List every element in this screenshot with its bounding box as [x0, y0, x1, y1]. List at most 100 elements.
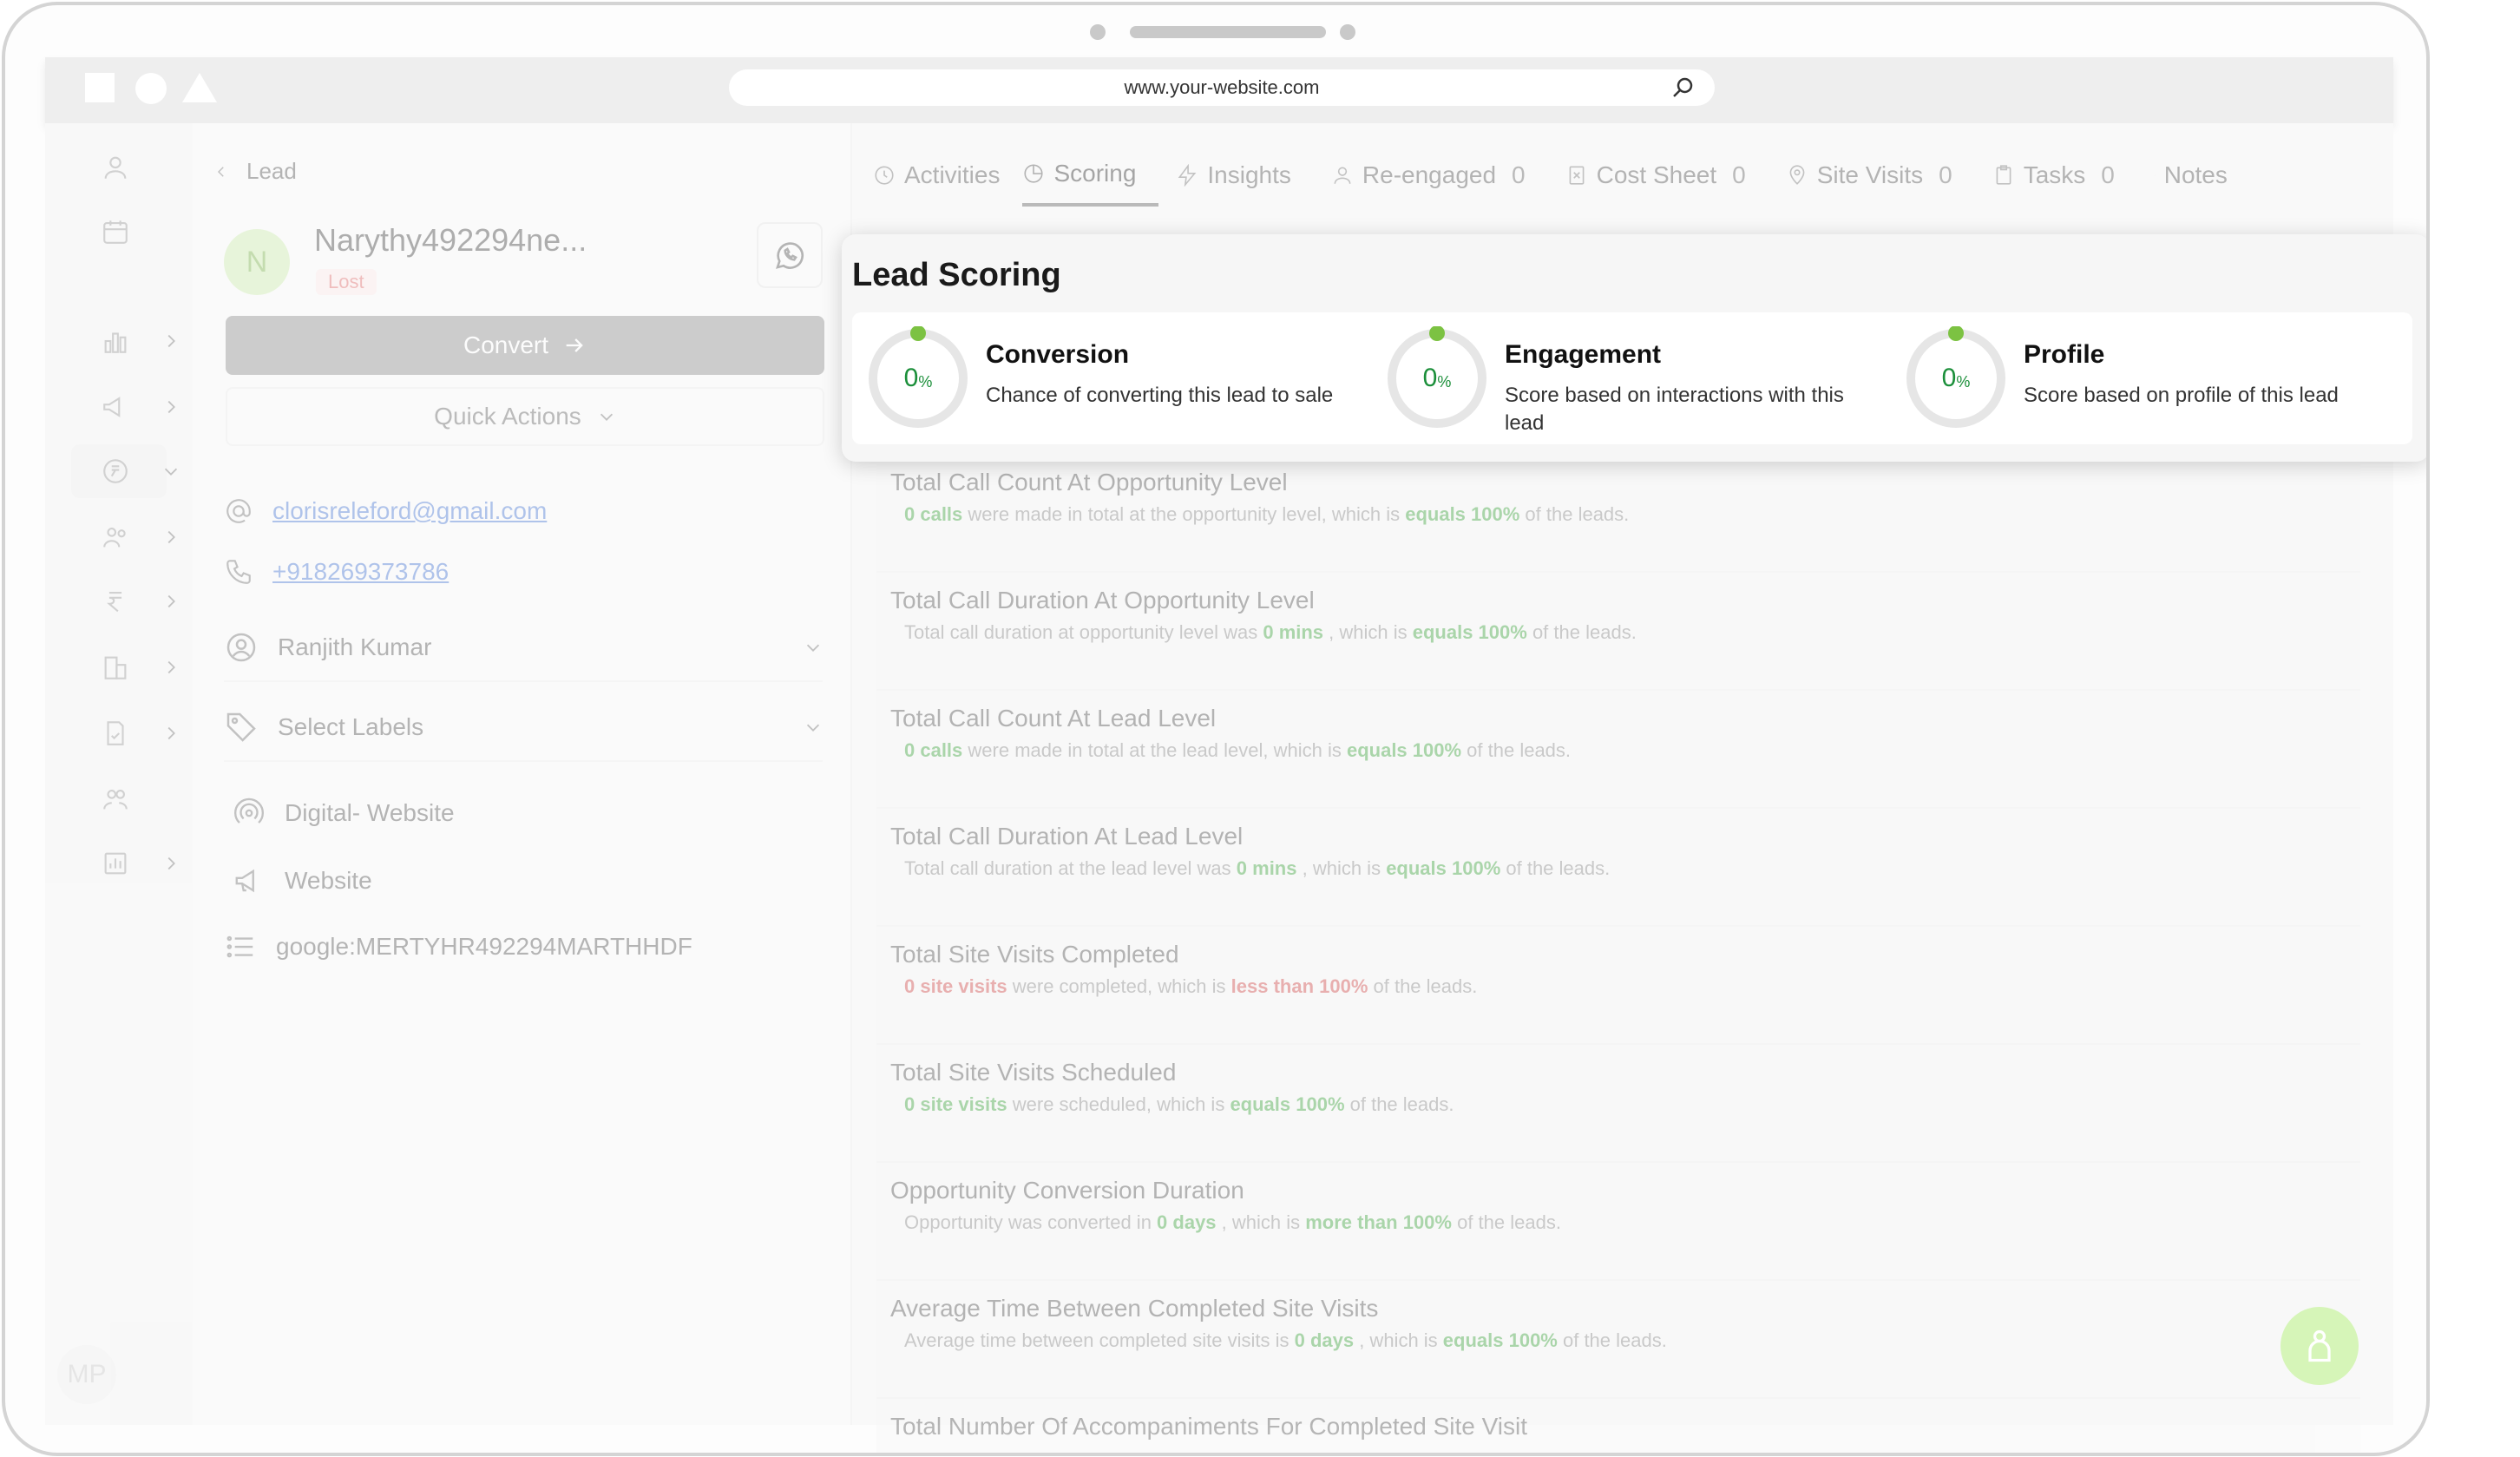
- whatsapp-button[interactable]: [757, 222, 823, 288]
- broadcast-icon: [233, 797, 265, 824]
- user-avatar[interactable]: MP: [57, 1345, 116, 1404]
- lead-scoring-card: Lead Scoring 0% Conversion Chance of con…: [842, 234, 2426, 462]
- metric-row: Opportunity Conversion Duration Opportun…: [876, 1163, 2360, 1281]
- nav-analytics[interactable]: [71, 314, 175, 368]
- tab-notes[interactable]: Notes: [2137, 144, 2250, 207]
- metric-description: 0 calls were made in total at the lead l…: [904, 739, 1572, 761]
- nav-calendar[interactable]: [71, 205, 167, 259]
- quick-actions-button[interactable]: Quick Actions: [226, 387, 824, 446]
- tab-label: Notes: [2163, 161, 2228, 188]
- help-button[interactable]: [2280, 1307, 2359, 1385]
- tab-label: Site Visits: [1816, 161, 1924, 188]
- sub-source-value: Website: [285, 867, 372, 894]
- score-value: 0%: [1422, 364, 1452, 392]
- nav-bookings[interactable]: [71, 706, 175, 760]
- chevron-right-icon: [167, 530, 175, 544]
- sub-source-row: Website: [233, 864, 372, 897]
- document-check-icon: [107, 721, 124, 745]
- metric-description: Total call duration at the lead level wa…: [904, 857, 1611, 879]
- megaphone-icon: [235, 869, 254, 893]
- back-link[interactable]: Lead: [213, 158, 297, 185]
- email-row: clorisreleford@gmail.com: [224, 496, 547, 526]
- metric-title: Total Site Visits Completed: [890, 941, 1179, 968]
- labels-select[interactable]: Select Labels: [224, 710, 823, 762]
- score-name: Engagement: [1505, 340, 1662, 369]
- list-icon: [226, 935, 253, 958]
- metric-title: Total Call Duration At Opportunity Level: [890, 587, 1315, 614]
- metric-row: Total Call Duration At Lead Level Total …: [876, 809, 2360, 927]
- clipboard-icon: [1996, 165, 2011, 185]
- nav-payments[interactable]: [71, 574, 175, 628]
- metric-title: Average Time Between Completed Site Visi…: [890, 1295, 1379, 1322]
- nav-profile[interactable]: [71, 141, 167, 194]
- chevron-left-icon: [217, 166, 224, 177]
- convert-button[interactable]: Convert: [226, 316, 824, 375]
- search-icon[interactable]: [1670, 75, 1696, 101]
- edit-icon: [2154, 174, 2156, 176]
- source-value: Digital- Website: [285, 799, 455, 826]
- metric-row: Total Call Count At Lead Level 0 calls w…: [876, 691, 2360, 809]
- metric-description: 0 site visits were completed, which is l…: [904, 975, 1478, 997]
- source-row: Digital- Website: [233, 797, 455, 830]
- metric-description: 0 calls were made in total at the opport…: [904, 503, 1630, 525]
- tab-reengaged[interactable]: Re-engaged 0: [1314, 144, 1548, 207]
- metric-title: Total Site Visits Scheduled: [890, 1059, 1177, 1086]
- chevron-right-icon: [167, 726, 175, 740]
- score-profile: 0% Profile Score based on profile of thi…: [1904, 326, 2407, 439]
- chevron-down-icon: [164, 468, 178, 476]
- tab-bar: Activities Scoring Insights Re-engaged 0: [873, 144, 2250, 207]
- user-icon: [104, 156, 127, 179]
- owner-select[interactable]: Ranjith Kumar: [224, 630, 823, 682]
- device-frame: www.your-website.com MP Lead N Narythy49…: [2, 2, 2430, 1456]
- score-name: Conversion: [986, 340, 1130, 369]
- clock-icon: [875, 166, 894, 185]
- tab-label: Tasks: [2023, 161, 2086, 188]
- tab-activities[interactable]: Activities: [873, 144, 1022, 207]
- tab-label: Insights: [1207, 161, 1291, 188]
- url-bar[interactable]: www.your-website.com: [729, 69, 1715, 106]
- metric-description: Average time between completed site visi…: [904, 1329, 1667, 1351]
- tab-tasks[interactable]: Tasks 0: [1975, 144, 2137, 207]
- lead-scoring-title: Lead Scoring: [852, 257, 1061, 293]
- megaphone-icon: [103, 397, 121, 417]
- chevron-down-icon: [806, 644, 820, 652]
- nav-campaigns[interactable]: [71, 380, 175, 434]
- tab-count: 0: [1939, 161, 1952, 188]
- phone-link[interactable]: +918269373786: [272, 558, 449, 586]
- score-conversion: 0% Conversion Chance of converting this …: [866, 326, 1369, 439]
- cost-sheet-icon: [1569, 166, 1585, 185]
- nav-reports[interactable]: [71, 837, 175, 890]
- score-value: 0%: [903, 364, 933, 392]
- chevron-down-icon: [600, 413, 613, 421]
- tab-count: 0: [1732, 161, 1746, 188]
- pie-chart-icon: [1024, 164, 1044, 183]
- score-description: Score based on interactions with this le…: [1505, 384, 1844, 435]
- map-pin-icon: [1789, 165, 1805, 185]
- nav-leads[interactable]: [71, 444, 178, 498]
- window-square-icon: [85, 73, 115, 102]
- nav-contacts[interactable]: [71, 510, 175, 564]
- metric-title: Total Call Duration At Lead Level: [890, 823, 1244, 850]
- tab-site-visits[interactable]: Site Visits 0: [1769, 144, 1975, 207]
- building-icon: [104, 656, 127, 679]
- user-icon: [1334, 167, 1351, 184]
- person-lock-icon: [2308, 1329, 2331, 1362]
- metric-row: Total Number Of Accompaniments For Compl…: [876, 1399, 2360, 1453]
- tab-cost-sheet[interactable]: Cost Sheet 0: [1548, 144, 1769, 207]
- tab-scoring[interactable]: Scoring: [1022, 144, 1159, 207]
- email-link[interactable]: clorisreleford@gmail.com: [272, 497, 547, 525]
- score-engagement: 0% Engagement Score based on interaction…: [1385, 326, 1888, 439]
- window-triangle-icon: [182, 73, 217, 102]
- campaign-row: google:MERTYHR492294MARTHHDF: [224, 930, 692, 963]
- nav-rail: MP: [45, 123, 193, 1425]
- lead-avatar: N: [224, 229, 290, 295]
- nav-team[interactable]: [71, 772, 167, 826]
- tab-label: Scoring: [1053, 160, 1137, 187]
- labels-placeholder: Select Labels: [278, 713, 424, 740]
- tab-insights[interactable]: Insights: [1158, 144, 1314, 207]
- at-sign-icon: [226, 499, 251, 523]
- chevron-right-icon: [167, 334, 175, 348]
- owner-name: Ranjith Kumar: [278, 633, 432, 660]
- nav-projects[interactable]: [71, 640, 175, 694]
- score-description: Chance of converting this lead to sale: [986, 384, 1334, 407]
